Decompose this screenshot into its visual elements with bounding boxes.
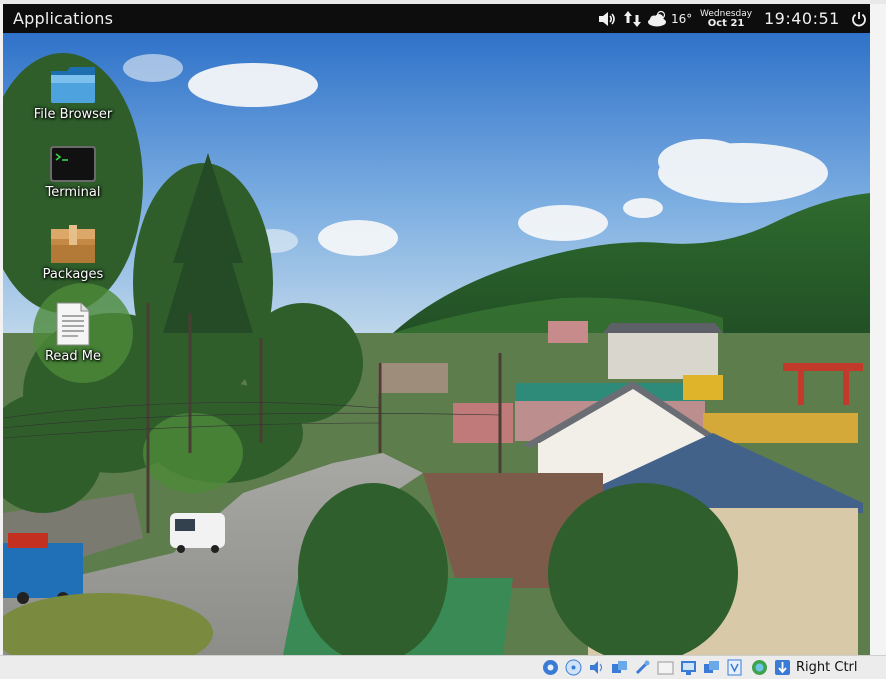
clock-label[interactable]: 19:40:51: [764, 4, 840, 33]
network-icon[interactable]: [623, 4, 643, 33]
shared-folder-icon[interactable]: [657, 659, 674, 676]
terminal-desktop-icon[interactable]: Terminal: [23, 145, 123, 200]
audio-icon[interactable]: [588, 659, 605, 676]
virtualization-icon[interactable]: [726, 659, 743, 676]
date-label: Oct 21: [707, 17, 745, 29]
packages-label: Packages: [42, 267, 104, 282]
packages-desktop-icon[interactable]: Packages: [23, 223, 123, 282]
optical-disk-icon[interactable]: [565, 659, 582, 676]
volume-icon[interactable]: [597, 4, 617, 33]
vm-window: Applications 16° Wednesday Oct 21 19:40:…: [0, 0, 886, 679]
usb-icon[interactable]: [634, 659, 651, 676]
applications-menu[interactable]: Applications: [13, 9, 113, 28]
mouse-integration-icon[interactable]: [751, 659, 768, 676]
temperature-label: 16°: [671, 11, 693, 26]
terminal-icon: [50, 146, 96, 182]
window-right-edge: [870, 4, 886, 655]
file-browser-desktop-icon[interactable]: File Browser: [23, 63, 123, 122]
weather-icon[interactable]: [646, 4, 670, 33]
video-capture-icon[interactable]: [703, 659, 720, 676]
display-icon[interactable]: [680, 659, 697, 676]
folder-icon: [51, 67, 95, 103]
date-display[interactable]: Wednesday Oct 21: [700, 4, 752, 33]
terminal-label: Terminal: [45, 185, 101, 200]
file-browser-label: File Browser: [33, 107, 113, 122]
document-icon: [56, 302, 90, 346]
read-me-label: Read Me: [44, 349, 101, 364]
wallpaper-image: [3, 33, 870, 655]
keyboard-capture-icon[interactable]: [774, 659, 791, 676]
host-key-label: Right Ctrl: [796, 660, 858, 675]
power-icon[interactable]: [851, 4, 867, 33]
hard-disk-icon[interactable]: [542, 659, 559, 676]
weekday-label: Wednesday: [700, 8, 753, 19]
vm-status-bar: Right Ctrl: [0, 655, 886, 679]
top-panel: Applications 16° Wednesday Oct 21 19:40:…: [3, 4, 870, 33]
read-me-desktop-icon[interactable]: Read Me: [23, 301, 123, 364]
network-icon[interactable]: [611, 659, 628, 676]
desktop[interactable]: File Browser Terminal Packages Read Me: [3, 33, 870, 655]
package-icon: [51, 225, 95, 263]
